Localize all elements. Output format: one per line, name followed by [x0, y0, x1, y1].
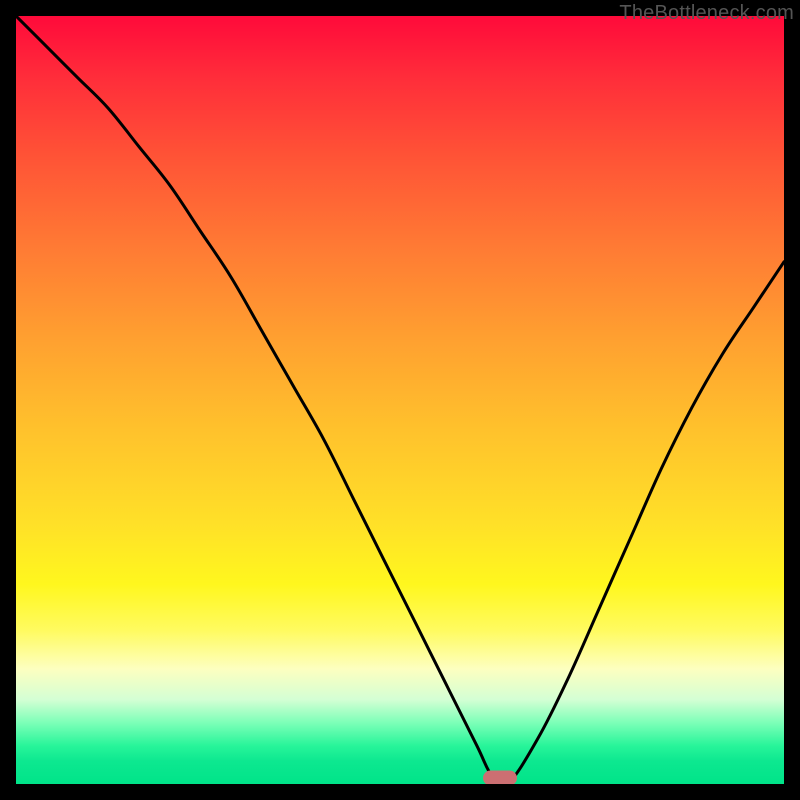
watermark-text: TheBottleneck.com [619, 2, 794, 25]
bottleneck-marker [483, 771, 517, 785]
curve-path [16, 16, 784, 784]
bottleneck-curve [16, 16, 784, 784]
chart-frame: TheBottleneck.com [0, 0, 800, 800]
plot-area [16, 16, 784, 784]
